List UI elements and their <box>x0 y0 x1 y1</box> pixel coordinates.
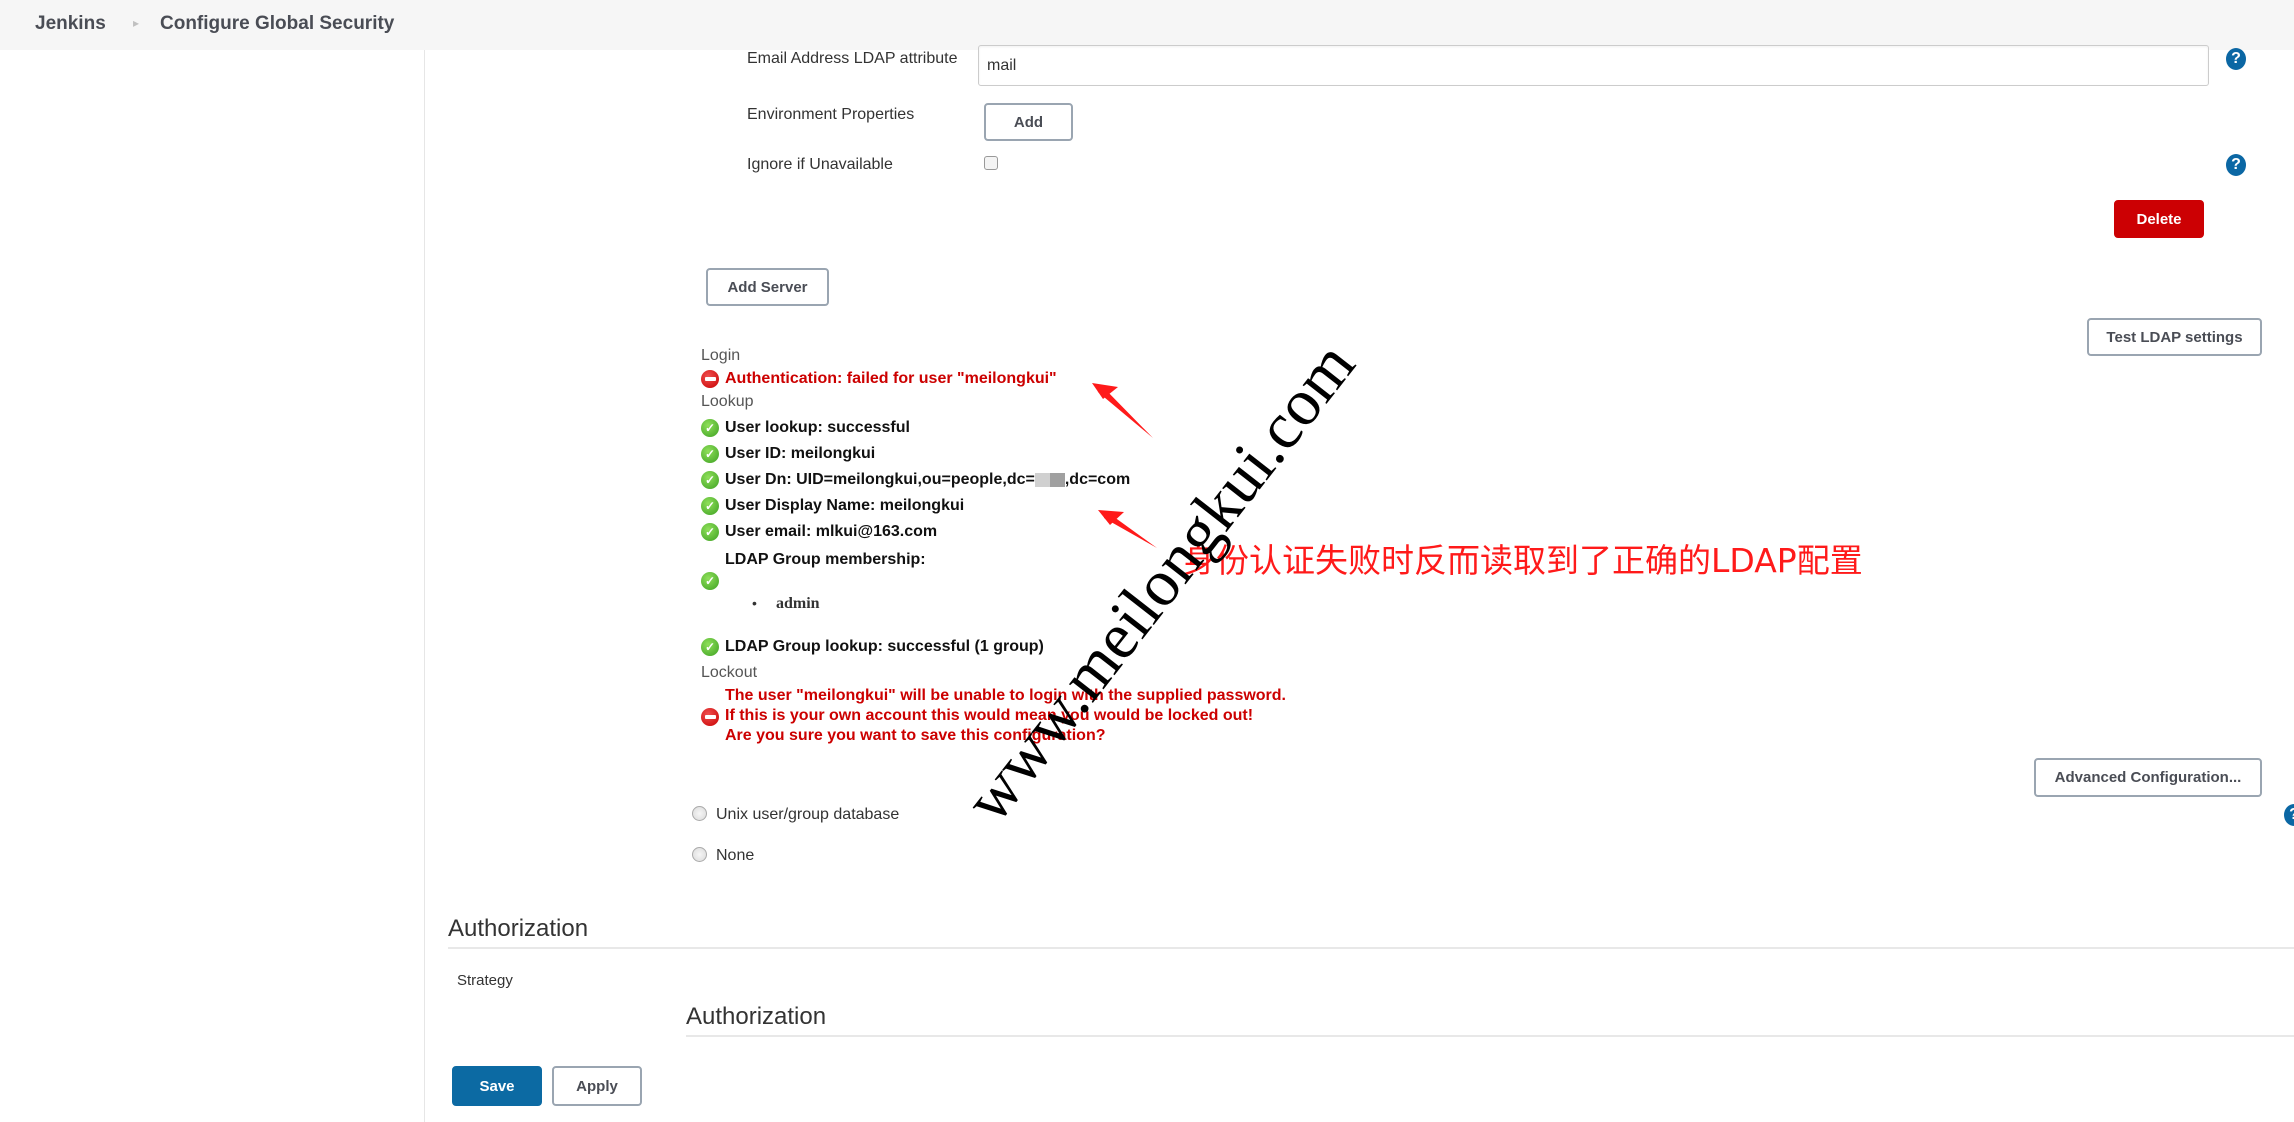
arrow-icon <box>1092 383 1118 399</box>
annotation-text: 身份认证失败时反而读取到了正确的LDAP配置 <box>1183 541 1863 580</box>
